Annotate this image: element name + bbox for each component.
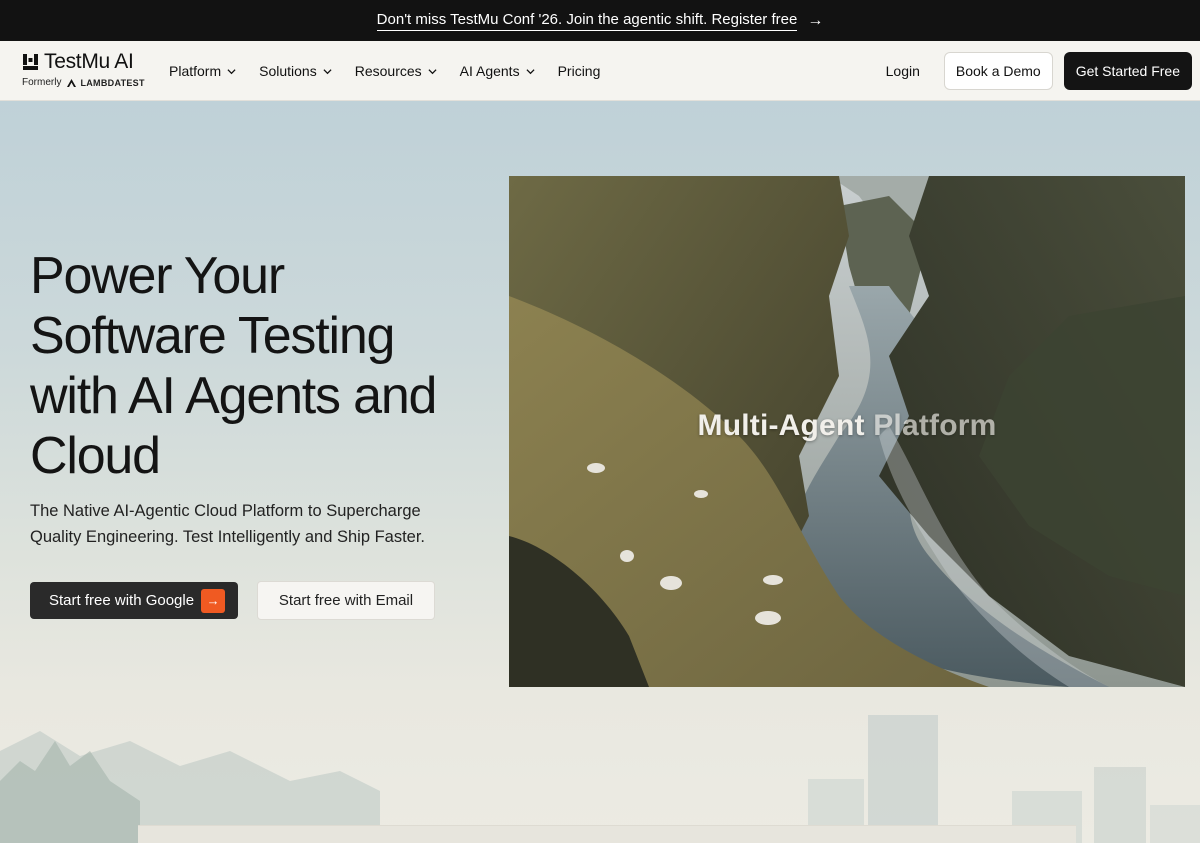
formerly-label: Formerly [22,77,62,88]
hero-title-line: Cloud [30,427,161,485]
hero-title: Power Your Software Testing with AI Agen… [30,246,490,486]
book-demo-button[interactable]: Book a Demo [943,52,1053,90]
lambdatest-logo: LAMBDATEST [66,78,144,88]
visual-label-fade: Platform [873,409,997,442]
nav-item-label: Solutions [259,63,317,79]
nav-item-label: AI Agents [459,63,520,79]
start-free-email-button[interactable]: Start free with Email [257,581,435,620]
brand-formerly: Formerly LAMBDATEST [22,77,152,88]
background-skyline [0,715,1200,843]
get-started-button[interactable]: Get Started Free [1063,52,1192,90]
hero-title-line: with AI Agents and [30,367,437,425]
nav-item-label: Platform [169,63,222,79]
brand-logo[interactable]: TestMu AI Formerly LAMBDATEST [22,49,152,93]
announcement-link[interactable]: Don't miss TestMu Conf '26. Join the age… [376,11,798,31]
announcement-bar: Don't miss TestMu Conf '26. Join the age… [0,0,1200,41]
nav-item-label: Resources [354,63,422,79]
nav-item-solutions[interactable]: Solutions [259,63,332,79]
nav-item-platform[interactable]: Platform [169,63,236,79]
hero-title-line: Power Your [30,247,285,305]
hero-title-line: Software Testing [30,307,395,365]
chevron-down-icon [526,68,535,74]
chevron-down-icon [227,68,236,74]
visual-label-main: Multi-Agent [697,409,874,442]
testmu-logo-icon [23,54,38,70]
nav-item-ai-agents[interactable]: AI Agents [460,63,535,79]
nav-actions: Login Book a Demo Get Started Free [886,52,1192,90]
chevron-down-icon [428,68,437,74]
chevron-down-icon [323,68,332,74]
lambdatest-wordmark: LAMBDATEST [80,77,145,88]
multi-agent-platform-label: Multi-Agent Platform [509,409,1185,443]
nav-item-resources[interactable]: Resources [355,63,437,79]
brand-name: TestMu AI [44,50,134,73]
login-link[interactable]: Login [886,63,920,79]
arrow-right-icon[interactable]: → [807,12,823,29]
hero-section: Power Your Software Testing with AI Agen… [0,101,1200,843]
top-navigation: TestMu AI Formerly LAMBDATEST Platform S… [0,41,1200,101]
start-free-google-button[interactable]: Start free with Google → [30,582,238,619]
nav-item-label: Pricing [557,63,601,79]
lambdatest-icon [67,78,77,87]
main-menu: Platform Solutions Resources AI Agents P… [169,41,623,101]
content-card-edge [138,825,1076,843]
hero-subtitle: The Native AI-Agentic Cloud Platform to … [30,502,426,546]
google-button-label: Start free with Google [49,592,195,609]
nav-item-pricing[interactable]: Pricing [558,63,601,79]
hero-visual: Multi-Agent Platform [509,176,1185,687]
arrow-right-icon: → [201,588,226,613]
